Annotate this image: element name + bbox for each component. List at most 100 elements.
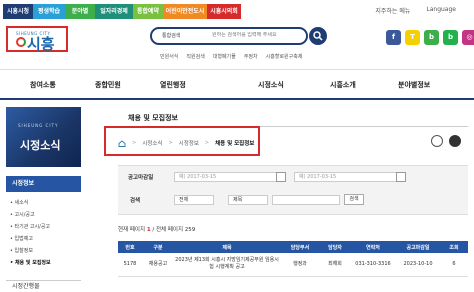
sidebar-subitem[interactable]: • 입찰정보 [10,247,33,254]
band-icon[interactable]: b [424,30,439,45]
breadcrumb: > 시정소식 > 시정정보 > 채용 및 모집정보 [118,139,254,147]
search-category-select[interactable]: 통합검색 [162,32,180,39]
breadcrumb-item[interactable]: 시정정보 [179,139,199,147]
table-cell: 031-310-3316 [350,253,396,277]
keyword-link[interactable]: 시흥할로윈구축제 [266,53,303,60]
top-links: 지주하는 메뉴 Language [375,6,456,15]
column-header: 조회 [440,241,468,253]
sidebar-subitem-label: 고시/공고 [14,212,35,218]
sidebar-subitem[interactable]: • 입법예고 [10,235,33,242]
date-from-input[interactable]: 예) 2017-03-15 [174,172,284,182]
search-filter: 공고마감일 예) 2017-03-15 예) 2017-03-15 검색 전체 … [118,165,468,215]
sidebar-subitem-label: 입찰정보 [14,248,33,254]
count-prefix: 현재 페이지 [118,227,147,233]
sidebar-banner: SIHEUNG CITY 시정소식 [6,107,81,167]
chevron-right-icon: > [168,140,173,146]
site-tabs: 시흥시청 평생학습 분야별 일자리경제 통합예약 어린이안전도시 시흥시의회 [3,4,241,19]
column-header: 구분 [142,241,174,253]
site-tab[interactable]: 평생학습 [33,4,65,19]
site-tab[interactable]: 어린이안전도시 [163,4,207,19]
popular-keywords: 민원서식 직원검색 대형폐기물 주정차 시흥할로윈구축제 [160,53,302,60]
nav-item[interactable]: 종합민원 [95,80,121,90]
banner-city-en: SIHEUNG CITY [18,123,59,128]
breadcrumb-current: 채용 및 모집정보 [215,141,255,147]
column-header: 담당부서 [280,241,320,253]
top-bar: 시흥시청 평생학습 분야별 일자리경제 통합예약 어린이안전도시 시흥시의회 지주하는 메뉴… [0,0,474,22]
date-to-input[interactable]: 예) 2017-03-15 [294,172,404,182]
search-button[interactable] [309,27,327,45]
site-tab[interactable]: 시흥시청 [3,4,33,19]
social-links: fTbb◎▶ [386,30,474,45]
column-header: 제목 [174,241,280,253]
page-tools [431,135,461,147]
site-tab[interactable]: 시흥시의회 [207,4,241,19]
sidebar-item-publications[interactable]: 시정간행물 [6,280,81,292]
search-submit-button[interactable]: 검색 [344,194,364,205]
share-icon[interactable] [449,135,461,147]
count-total: / 전체 페이지 259 [150,227,196,233]
recruit-table: 번호 구분 제목 담당부서 담당자 연락처 공고마감일 조회 5178 채용공고 2023년 제1… [118,241,468,277]
sidebar-subitem[interactable]: • 채용 및 모집정보 [10,259,51,266]
field-select[interactable]: 제목 [228,195,268,205]
search-label: 검색 [130,198,141,204]
sidebar-subitem-label: 새소식 [14,200,29,206]
column-header: 담당자 [320,241,350,253]
sidebar-subitem[interactable]: • 고시/공고 [10,211,35,218]
date-label: 공고마감일 [128,175,154,181]
breadcrumb-item[interactable]: 시정소식 [142,139,162,147]
sidebar-subitem-label: 타기관 고시/공고 [14,224,51,230]
site-logo[interactable]: SIHEUNG CITY 시흥 [6,26,68,53]
site-tab[interactable]: 일자리경제 [95,4,133,19]
nav-item[interactable]: 열린행정 [160,80,186,90]
sidebar-menu-head[interactable]: 시정정보 [6,176,81,192]
table-row[interactable]: 5178 채용공고 2023년 제13회 시흥시 지방임기제공무원 임용시험 시행계… [118,253,468,277]
table-cell: 2023-10-10 [396,253,440,277]
search-icon [313,31,323,41]
sidebar-subitem[interactable]: • 새소식 [10,199,28,206]
row-title-link[interactable]: 2023년 제13회 시흥시 지방임기제공무원 임용시험 시행계획 공고 [174,253,280,277]
scope-select[interactable]: 전체 [174,195,214,205]
calendar-icon[interactable] [396,172,406,182]
kakaotalk-icon[interactable]: T [405,30,420,45]
search-input[interactable] [212,32,292,38]
site-tab[interactable]: 분야별 [65,4,95,19]
nav-item[interactable]: 시정소식 [258,80,284,90]
keyword-input[interactable] [272,195,340,205]
column-header: 공고마감일 [396,241,440,253]
column-header: 번호 [118,241,142,253]
chevron-right-icon: > [132,140,137,146]
table-cell: 최해희 [320,253,350,277]
logo-mark-icon [16,37,26,47]
table-cell: 5178 [118,253,142,277]
instagram-icon[interactable]: ◎ [462,30,474,45]
table-header: 번호 구분 제목 담당부서 담당자 연락처 공고마감일 조회 [118,241,468,253]
site-tab[interactable]: 통합예약 [133,4,163,19]
sidebar-subitem-label: 채용 및 모집정보 [14,260,51,266]
sidebar-subitem[interactable]: • 타기관 고시/공고 [10,223,50,230]
page-count: 현재 페이지 1 / 전체 페이지 259 [118,225,195,233]
home-icon[interactable] [118,139,126,147]
main-nav: 참여소통 종합민원 열린행정 시정소식 시흥소개 분야별정보 [0,69,474,99]
nav-item[interactable]: 참여소통 [30,80,56,90]
facebook-icon[interactable]: f [386,30,401,45]
print-icon[interactable] [431,135,443,147]
sidebar-subitem-label: 입법예고 [14,236,33,242]
keyword-link[interactable]: 민원서식 [160,53,178,60]
calendar-icon[interactable] [276,172,286,182]
blog-icon[interactable]: b [443,30,458,45]
chevron-right-icon: > [204,140,210,146]
nav-item[interactable]: 분야별정보 [398,80,430,90]
column-header: 연락처 [350,241,396,253]
page-title: 채용 및 모집정보 [128,114,178,122]
keyword-link[interactable]: 대형폐기물 [213,53,236,60]
frequent-menu-link[interactable]: 지주하는 메뉴 [375,6,410,15]
keyword-link[interactable]: 주정차 [244,53,258,60]
logo-city-ko: 시흥 [27,35,55,53]
keyword-link[interactable]: 직원검색 [186,53,204,60]
nav-divider [0,98,474,100]
table-cell: 채용공고 [142,253,174,277]
banner-title: 시정소식 [20,139,61,152]
nav-item[interactable]: 시흥소개 [330,80,356,90]
language-link[interactable]: Language [426,6,456,15]
search-bar: 통합검색 [150,27,308,45]
